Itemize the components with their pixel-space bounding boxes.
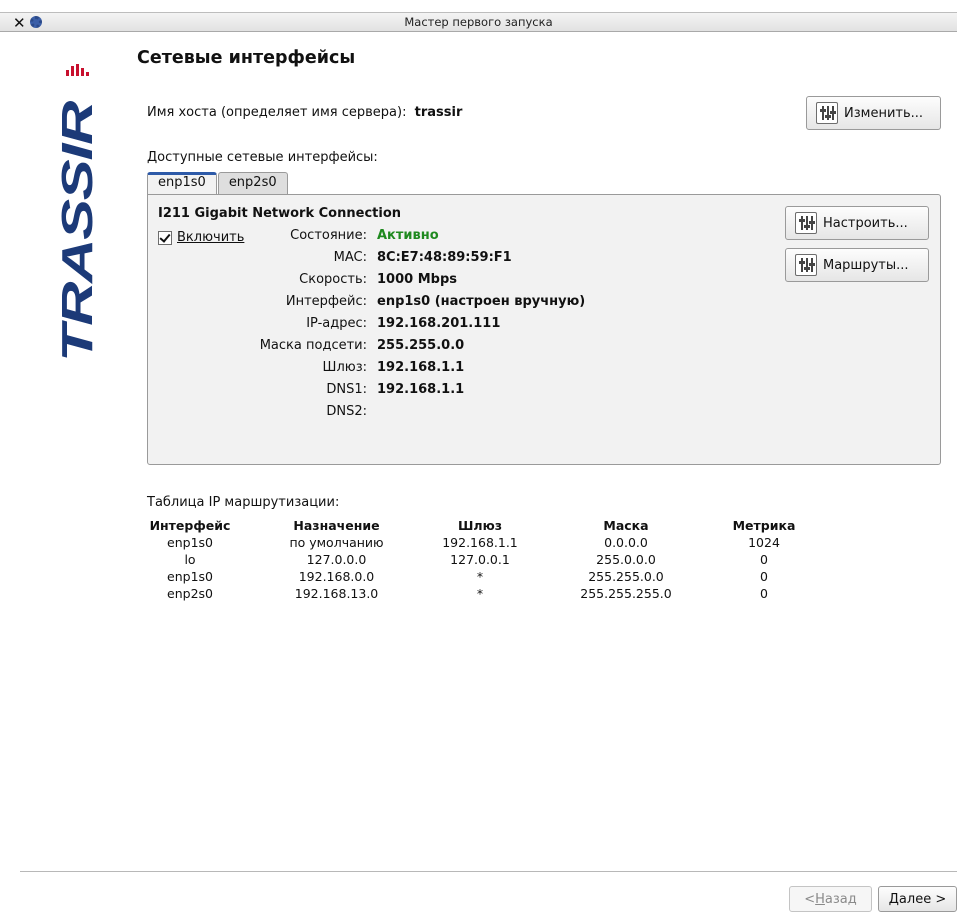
tab-enp2s0[interactable]: enp2s0 bbox=[217, 172, 288, 194]
col-destination: Назначение bbox=[293, 517, 380, 533]
table-row: enp1s0 по умолчанию 192.168.1.1 0.0.0.0 … bbox=[141, 534, 802, 551]
table-cell: * bbox=[476, 569, 484, 584]
sliders-icon bbox=[795, 254, 817, 276]
col-interface: Интерфейс bbox=[149, 517, 231, 533]
table-row: enp1s0 192.168.0.0 * 255.255.0.0 0 bbox=[141, 568, 802, 585]
window-titlebar: ✕ Мастер первого запуска bbox=[0, 12, 957, 32]
info-label: Маска подсети: bbox=[259, 338, 367, 353]
table-cell: * bbox=[476, 586, 484, 601]
col-mask: Маска bbox=[603, 517, 649, 533]
interface-tabs: enp1s0 enp2s0 bbox=[147, 172, 289, 195]
routing-header-row: Интерфейс Назначение Шлюз Маска Метрика bbox=[141, 516, 802, 534]
table-cell: lo bbox=[184, 552, 196, 567]
next-rest: алее > bbox=[898, 891, 947, 907]
trassir-logo: TRASSIR bbox=[53, 64, 100, 362]
footer-separator bbox=[20, 871, 957, 872]
table-cell: 0.0.0.0 bbox=[604, 535, 648, 550]
info-value: 192.168.201.111 bbox=[377, 316, 501, 331]
logo-accent-bar bbox=[71, 66, 74, 76]
sliders-icon bbox=[795, 212, 817, 234]
status-value: Активно bbox=[377, 228, 439, 243]
col-metric: Метрика bbox=[732, 517, 796, 533]
table-cell: 0 bbox=[760, 569, 768, 584]
next-mnemonic: Д bbox=[888, 891, 899, 907]
table-cell: enp1s0 bbox=[167, 535, 213, 550]
table-cell: enp2s0 bbox=[167, 586, 213, 601]
table-cell: 255.255.0.0 bbox=[588, 569, 664, 584]
table-cell: 127.0.0.1 bbox=[450, 552, 510, 567]
info-label: IP-адрес: bbox=[306, 316, 367, 331]
info-value: 1000 Mbps bbox=[377, 272, 457, 287]
info-value: enp1s0 (настроен вручную) bbox=[377, 294, 586, 309]
back-rest: азад bbox=[824, 891, 857, 907]
logo-accent-bar bbox=[66, 70, 69, 76]
info-value: 192.168.1.1 bbox=[377, 382, 465, 397]
tab-enp1s0[interactable]: enp1s0 bbox=[147, 172, 217, 195]
table-cell: 0 bbox=[760, 552, 768, 567]
table-cell: по умолчанию bbox=[289, 535, 384, 550]
table-cell: 192.168.13.0 bbox=[294, 586, 379, 601]
table-cell: 1024 bbox=[748, 535, 780, 550]
configure-label: Настроить... bbox=[823, 215, 908, 231]
table-cell: 255.255.255.0 bbox=[580, 586, 672, 601]
hostname-row: Имя хоста (определяет имя сервера): tras… bbox=[147, 105, 462, 120]
routing-table-label: Таблица IP маршрутизации: bbox=[147, 495, 340, 510]
back-mnemonic: Н bbox=[815, 891, 825, 907]
hostname-label: Имя хоста (определяет имя сервера): bbox=[147, 105, 407, 120]
table-row: enp2s0 192.168.13.0 * 255.255.255.0 0 bbox=[141, 585, 802, 602]
routes-button[interactable]: Маршруты... bbox=[785, 248, 929, 282]
nic-name: I211 Gigabit Network Connection bbox=[158, 206, 402, 221]
window-title: Мастер первого запуска bbox=[404, 15, 553, 29]
logo-text: TRASSIR bbox=[53, 100, 100, 362]
info-label: Состояние: bbox=[290, 228, 367, 243]
info-value: 192.168.1.1 bbox=[377, 360, 465, 375]
interfaces-label: Доступные сетевые интерфейсы: bbox=[147, 150, 378, 165]
table-cell: 127.0.0.0 bbox=[306, 552, 367, 567]
table-cell: 0 bbox=[760, 586, 768, 601]
info-value: 255.255.0.0 bbox=[377, 338, 465, 353]
logo-accent-bar bbox=[76, 64, 79, 76]
table-row: lo 127.0.0.0 127.0.0.1 255.0.0.0 0 bbox=[141, 551, 802, 568]
info-label: DNS1: bbox=[326, 382, 367, 397]
back-prefix: < bbox=[804, 891, 816, 907]
change-hostname-label: Изменить... bbox=[844, 105, 924, 121]
info-label: Скорость: bbox=[299, 272, 367, 287]
hostname-value: trassir bbox=[414, 105, 463, 120]
col-gateway: Шлюз bbox=[457, 517, 502, 533]
info-label: MAC: bbox=[333, 250, 367, 265]
interface-panel: I211 Gigabit Network Connection Включить… bbox=[147, 194, 941, 465]
table-cell: enp1s0 bbox=[167, 569, 213, 584]
table-cell: 192.168.1.1 bbox=[442, 535, 518, 550]
change-hostname-button[interactable]: Изменить... bbox=[806, 96, 941, 130]
table-cell: 255.0.0.0 bbox=[596, 552, 656, 567]
table-cell: 192.168.0.0 bbox=[298, 569, 375, 584]
routes-label: Маршруты... bbox=[823, 257, 909, 273]
routing-table: Интерфейс Назначение Шлюз Маска Метрика … bbox=[141, 516, 802, 602]
info-label: Интерфейс: bbox=[285, 294, 367, 309]
configure-button[interactable]: Настроить... bbox=[785, 206, 929, 240]
sliders-icon bbox=[816, 102, 838, 124]
back-button[interactable]: < Назад bbox=[789, 886, 872, 912]
logo-accent-bar bbox=[81, 68, 84, 76]
info-value: 8C:E7:48:89:59:F1 bbox=[377, 250, 512, 265]
next-button[interactable]: Далее > bbox=[878, 886, 957, 912]
info-label: Шлюз: bbox=[322, 360, 367, 375]
logo-accent-bar bbox=[86, 72, 89, 76]
page-title: Сетевые интерфейсы bbox=[137, 48, 356, 68]
info-label: DNS2: bbox=[326, 404, 367, 419]
